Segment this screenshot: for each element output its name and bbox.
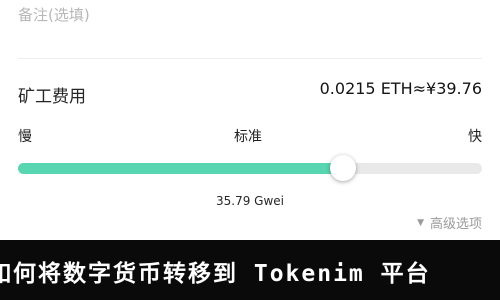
- transfer-settings-panel: 备注(选填) 矿工费用 0.0215 ETH≈¥39.76 慢 标准 快 35.…: [0, 0, 500, 240]
- speed-slow-label: 慢: [18, 129, 32, 145]
- advanced-options-toggle[interactable]: ▼ 高级选项: [417, 213, 482, 232]
- memo-field[interactable]: 备注(选填): [18, 4, 90, 25]
- title-banner: 如何将数字货币转移到 Tokenim 平台: [0, 241, 500, 300]
- miner-fee-label: 矿工费用: [18, 87, 86, 107]
- fee-speed-slider[interactable]: [18, 155, 482, 181]
- banner-title: 如何将数字货币转移到 Tokenim 平台: [0, 261, 431, 287]
- miner-fee-value: 0.0215 ETH≈¥39.76: [319, 79, 482, 98]
- gas-price-value: 35.79 Gwei: [216, 194, 284, 208]
- speed-standard-label: 标准: [234, 129, 262, 145]
- caret-down-icon: ▼: [417, 217, 424, 228]
- fee-slider-fill: [18, 163, 343, 174]
- speed-fast-label: 快: [468, 129, 482, 145]
- advanced-options-label: 高级选项: [429, 217, 482, 232]
- memo-divider: [18, 58, 482, 59]
- fee-slider-thumb[interactable]: [329, 155, 356, 181]
